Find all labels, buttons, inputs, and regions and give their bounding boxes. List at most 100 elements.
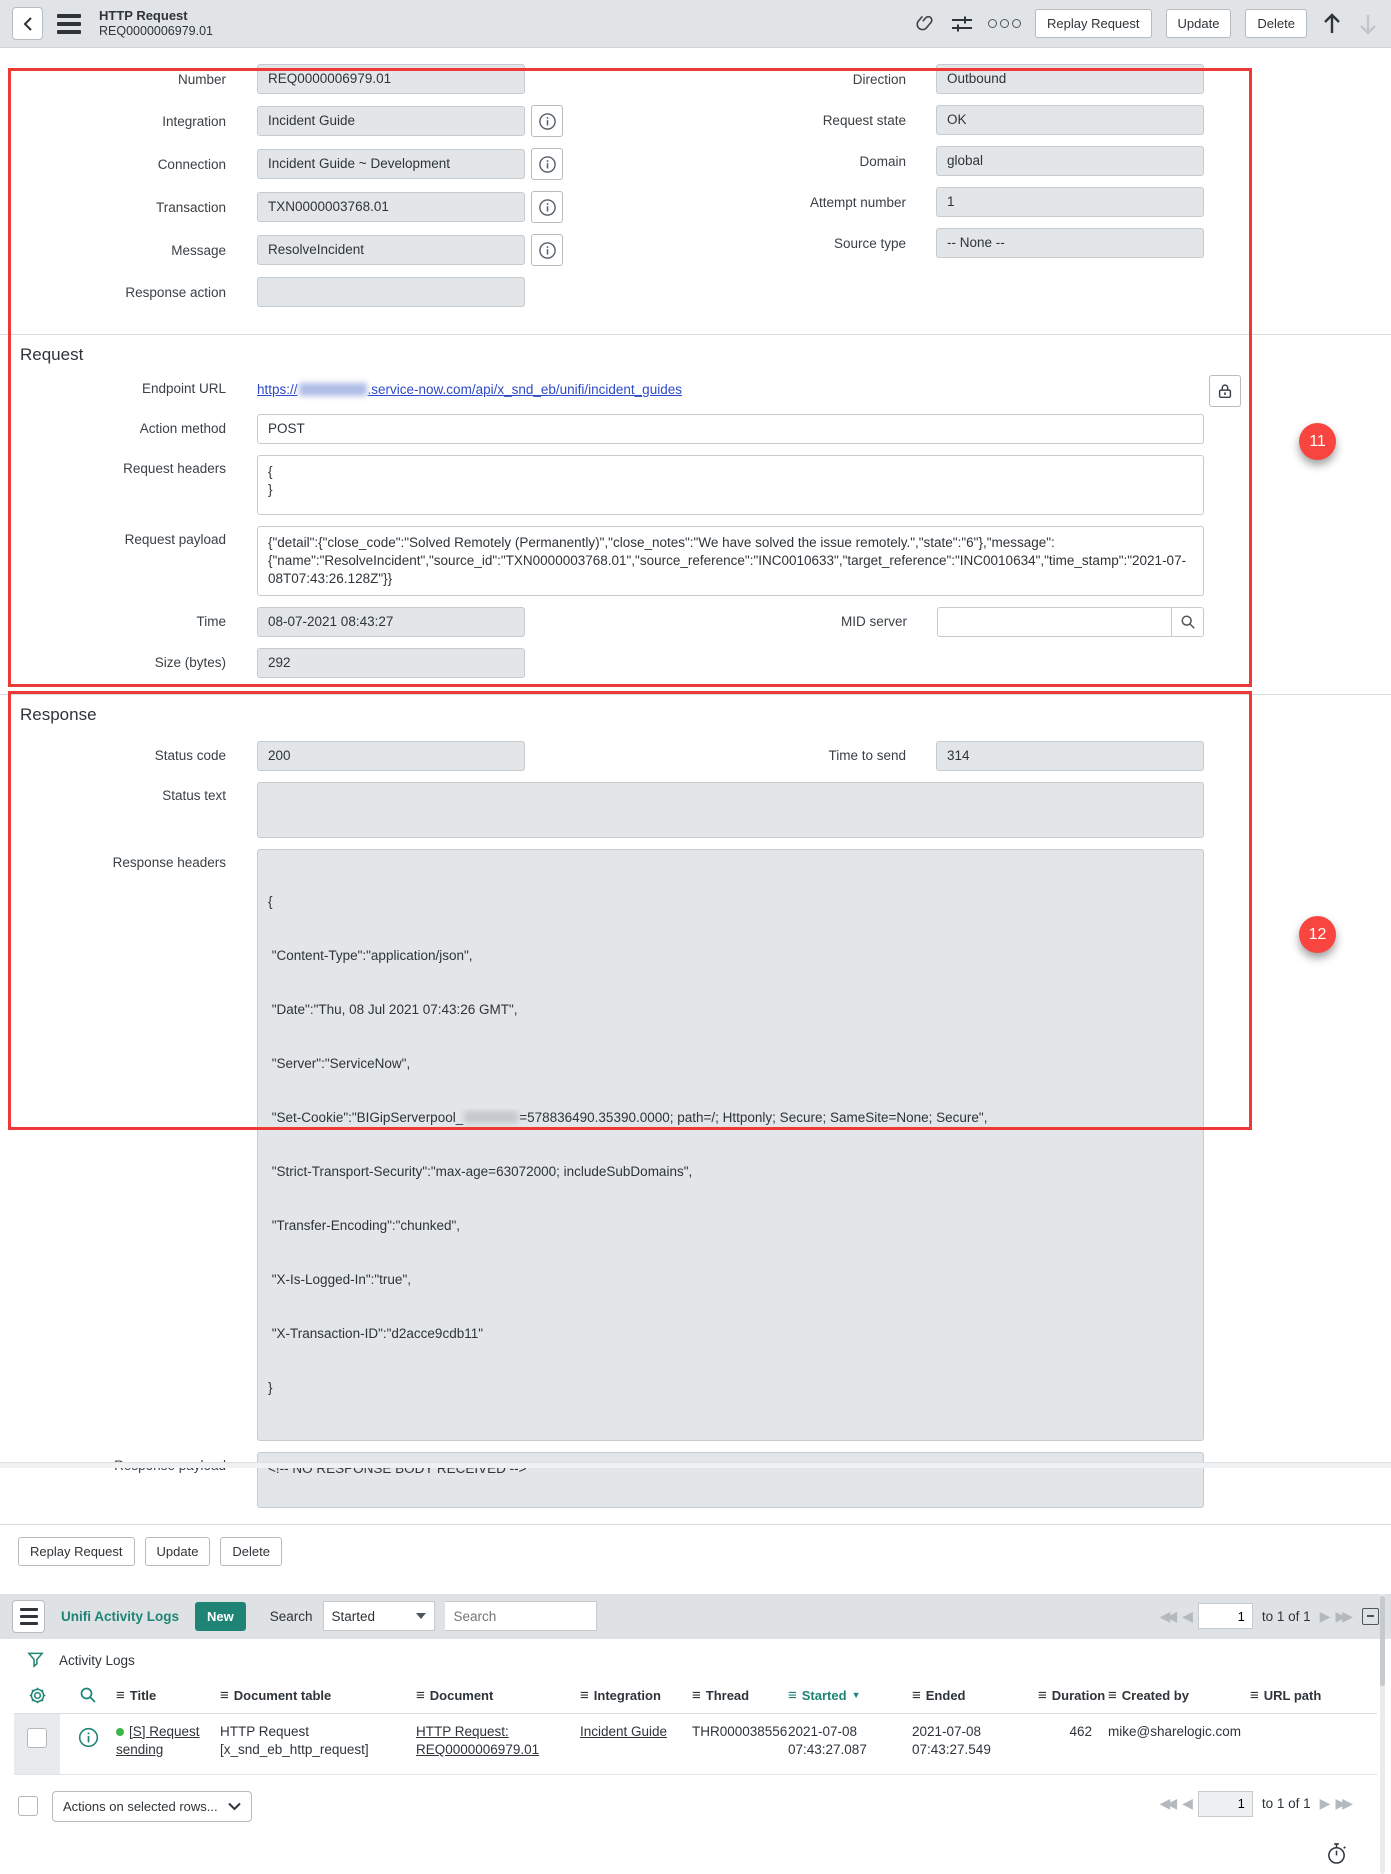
column-menu-icon: ≡	[416, 1687, 425, 1704]
first-page-icon[interactable]: ◀◀	[1160, 1608, 1174, 1625]
page-number-input[interactable]	[1198, 1603, 1253, 1629]
column-header-url-path[interactable]: ≡URL path	[1250, 1686, 1369, 1705]
update-button-footer[interactable]: Update	[145, 1537, 211, 1566]
source-type-value: -- None --	[936, 228, 1204, 258]
transaction-value: TXN0000003768.01	[257, 192, 525, 222]
section-divider	[0, 334, 1391, 335]
column-header-document[interactable]: ≡Document	[416, 1686, 580, 1705]
list-caption: Activity Logs	[59, 1653, 135, 1668]
column-header-integration[interactable]: ≡Integration	[580, 1686, 692, 1705]
activity-log-link[interactable]: [S] Request sending	[116, 1724, 200, 1757]
document-link[interactable]: HTTP Request:REQ0000006979.01	[416, 1724, 539, 1757]
field-label: Transaction	[0, 200, 226, 215]
list-menu-icon[interactable]	[12, 1600, 45, 1633]
search-icon	[1180, 614, 1196, 630]
chevron-down-icon	[228, 1802, 241, 1811]
field-label: Message	[0, 243, 226, 258]
column-header-thread[interactable]: ≡Thread	[692, 1686, 788, 1705]
field-label: MID server	[841, 614, 907, 629]
row-range-label: to 1 of 1	[1262, 1609, 1311, 1624]
column-header-title[interactable]: ≡Title	[116, 1686, 220, 1705]
select-all-checkbox[interactable]	[18, 1796, 38, 1816]
column-header-duration[interactable]: ≡Duration	[1038, 1686, 1108, 1705]
delete-button[interactable]: Delete	[1245, 9, 1307, 38]
column-header-ended[interactable]: ≡Ended	[912, 1686, 1038, 1705]
column-menu-icon: ≡	[1038, 1687, 1047, 1704]
redacted-pool-name	[464, 1111, 518, 1123]
next-page-icon[interactable]: ▶	[1320, 1795, 1327, 1812]
scroll-up-icon[interactable]	[1321, 12, 1343, 36]
column-menu-icon: ≡	[692, 1687, 701, 1704]
delete-button-footer[interactable]: Delete	[220, 1537, 282, 1566]
next-page-icon[interactable]: ▶	[1320, 1608, 1327, 1625]
action-method-input[interactable]: POST	[257, 414, 1204, 444]
field-label: Connection	[0, 157, 226, 172]
field-response-headers: Response headers { "Content-Type":"appli…	[0, 849, 1391, 1441]
back-button[interactable]	[12, 7, 43, 40]
list-toolbar: Unifi Activity Logs New Search Started ◀…	[0, 1594, 1391, 1639]
personalize-form-icon[interactable]	[950, 14, 974, 34]
personalize-list-button[interactable]	[14, 1686, 60, 1705]
field-endpoint-url: Endpoint URL https://.service-now.com/ap…	[0, 381, 1391, 398]
scroll-down-icon[interactable]	[1357, 12, 1379, 36]
lock-icon	[1216, 382, 1234, 400]
cell-integration: Incident Guide	[580, 1714, 692, 1774]
field-label: Action method	[0, 421, 226, 436]
set-cookie-pre: "Set-Cookie":"BIGipServerpool_	[268, 1110, 463, 1125]
row-preview-button[interactable]	[60, 1714, 116, 1774]
record-number: REQ0000006979.01	[99, 24, 213, 39]
collapse-list-icon[interactable]	[1362, 1608, 1379, 1625]
cell-url-path	[1250, 1714, 1369, 1774]
filter-funnel-icon[interactable]	[26, 1651, 45, 1670]
replay-request-button-footer[interactable]: Replay Request	[18, 1537, 135, 1566]
page-title: HTTP Request	[99, 8, 213, 24]
integration-info-button[interactable]	[531, 105, 563, 137]
mid-server-lookup-button[interactable]	[1172, 607, 1204, 637]
new-button[interactable]: New	[195, 1602, 246, 1631]
field-message: Message ResolveIncident	[0, 234, 600, 266]
column-menu-icon: ≡	[788, 1687, 797, 1704]
list-title-link[interactable]: Unifi Activity Logs	[61, 1609, 179, 1624]
integration-link[interactable]: Incident Guide	[580, 1724, 667, 1739]
mid-server-input[interactable]	[937, 607, 1172, 637]
last-page-icon[interactable]: ▶▶	[1335, 1608, 1349, 1625]
previous-page-icon[interactable]: ◀	[1182, 1795, 1189, 1812]
context-menu-icon[interactable]	[57, 14, 81, 34]
attachment-icon[interactable]	[915, 13, 936, 34]
attempt-number-value: 1	[936, 187, 1204, 217]
response-time-icon[interactable]	[1326, 1842, 1347, 1868]
scrollbar-thumb[interactable]	[1380, 1596, 1385, 1686]
last-page-icon[interactable]: ▶▶	[1335, 1795, 1349, 1812]
endpoint-url-link[interactable]: https://.service-now.com/api/x_snd_eb/un…	[257, 382, 682, 397]
actions-select[interactable]: Actions on selected rows...	[52, 1791, 252, 1822]
connection-info-button[interactable]	[531, 148, 563, 180]
first-page-icon[interactable]: ◀◀	[1160, 1795, 1174, 1812]
number-value: REQ0000006979.01	[257, 64, 525, 94]
search-field-select[interactable]: Started	[323, 1601, 435, 1631]
info-icon	[78, 1727, 99, 1748]
search-label: Search	[270, 1609, 313, 1624]
field-status-text: Status text	[0, 782, 1391, 838]
info-icon	[538, 241, 557, 260]
update-button[interactable]: Update	[1166, 9, 1232, 38]
message-info-button[interactable]	[531, 234, 563, 266]
horizontal-scrollbar	[0, 1462, 1391, 1468]
request-payload-textarea[interactable]: {"detail":{"close_code":"Solved Remotely…	[257, 526, 1204, 596]
column-header-document-table[interactable]: ≡Document table	[220, 1686, 416, 1705]
replay-request-button[interactable]: Replay Request	[1035, 9, 1152, 38]
list-search-input[interactable]	[445, 1601, 597, 1631]
row-checkbox[interactable]	[27, 1728, 47, 1748]
page-number-input[interactable]	[1198, 1791, 1253, 1817]
column-header-created-by[interactable]: ≡Created by	[1108, 1686, 1250, 1705]
transaction-info-button[interactable]	[531, 191, 563, 223]
field-label: Domain	[656, 154, 906, 169]
column-header-started[interactable]: ≡Started▼	[788, 1686, 912, 1705]
request-section: Request Endpoint URL https://.service-no…	[0, 345, 1391, 678]
cell-document-table: HTTP Request [x_snd_eb_http_request]	[220, 1714, 416, 1774]
list-search-button[interactable]	[60, 1686, 116, 1705]
previous-page-icon[interactable]: ◀	[1182, 1608, 1189, 1625]
redacted-instance-name	[299, 383, 367, 396]
request-headers-textarea[interactable]: { }	[257, 455, 1204, 515]
more-options-icon[interactable]	[988, 19, 1021, 28]
unlock-field-button[interactable]	[1209, 375, 1241, 407]
